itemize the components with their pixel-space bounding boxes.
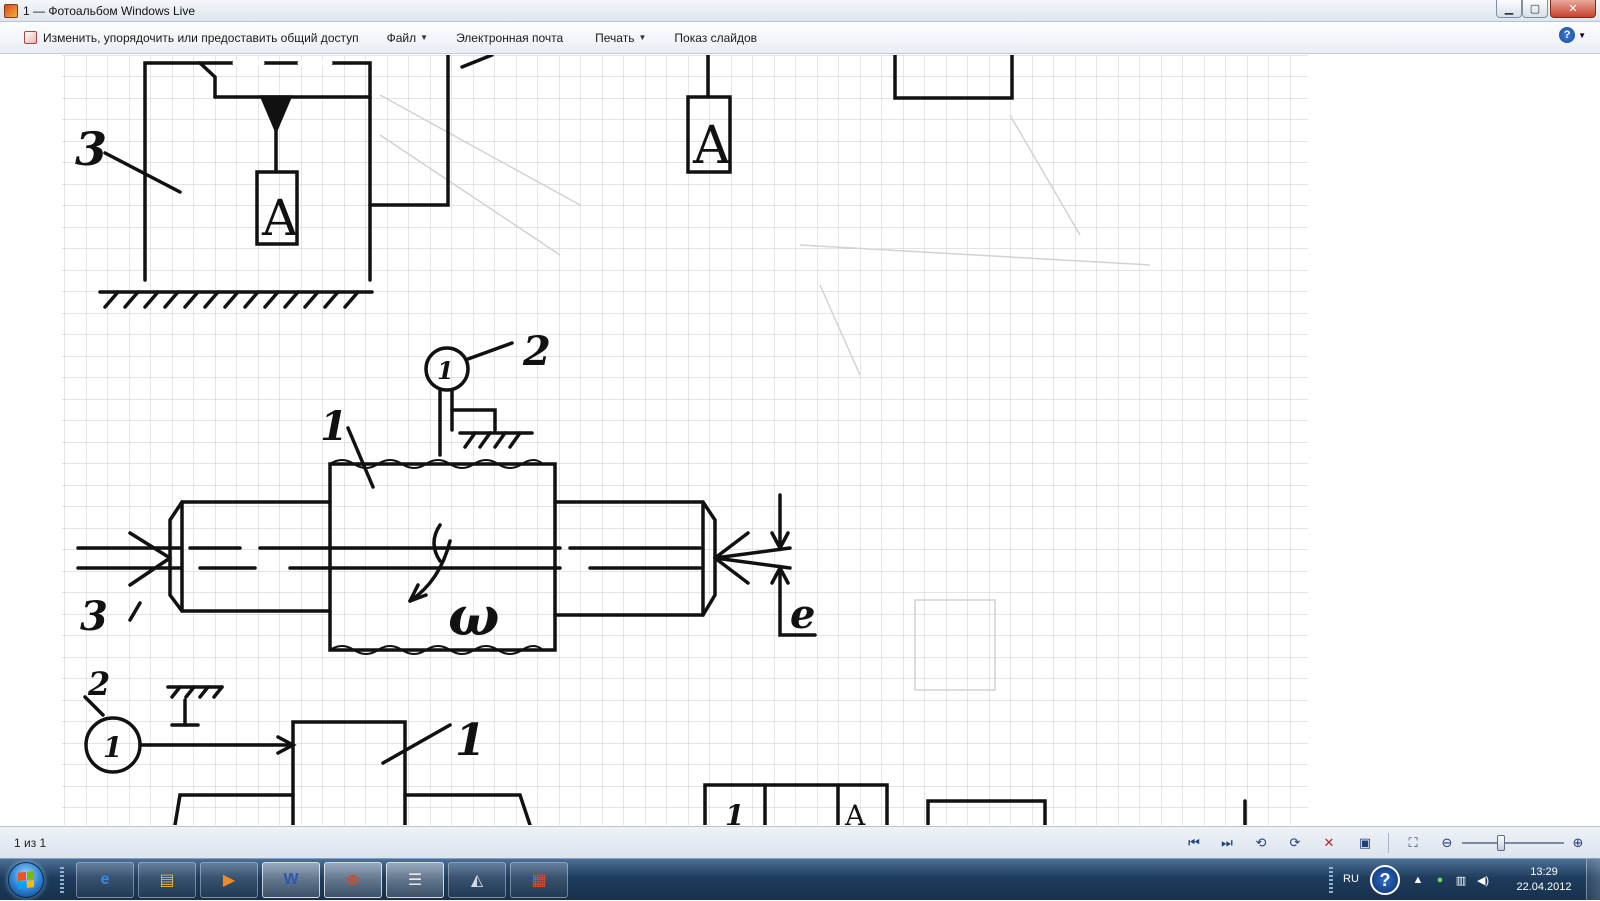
show-desktop-button[interactable] (1586, 859, 1600, 901)
delete-button[interactable]: ✕ (1318, 833, 1340, 853)
photo-gallery-app-icon (4, 3, 18, 18)
cad-icon: ⊕ (346, 872, 360, 889)
rotate-left-icon: ⟲ (1255, 835, 1267, 850)
print-menu-label: Печать (595, 30, 635, 45)
previous-photo-button[interactable]: ⏮ (1183, 833, 1205, 853)
ie-icon: e (100, 871, 110, 888)
network-icon[interactable]: ▥ (1453, 872, 1469, 888)
drawing-label: 1 (455, 715, 486, 766)
fit-window-icon: ⛶ (1408, 835, 1418, 850)
drawing-label: A (261, 189, 299, 247)
organize-share-label: Изменить, упорядочить или предоставить о… (43, 30, 359, 45)
taskbar-grip[interactable] (60, 867, 64, 893)
drawing-label: e (790, 591, 815, 638)
zoom-out-button[interactable]: ⊖ (1436, 833, 1458, 853)
language-indicator[interactable]: RU (1343, 873, 1359, 885)
organize-share-button[interactable]: Изменить, упорядочить или предоставить о… (14, 26, 369, 50)
slideshow-icon: ▣ (1358, 835, 1372, 850)
volume-icon[interactable]: ◀) (1475, 872, 1491, 888)
drawing-label: 1 (320, 403, 348, 450)
taskbar-button[interactable]: ▶ (200, 862, 258, 898)
drawing-label: 1 (437, 356, 454, 385)
zoom-in-button[interactable]: ⊕ (1567, 833, 1589, 853)
help-menu[interactable]: ? ▼ (1559, 27, 1586, 43)
zoom-out-icon: ⊖ (1441, 835, 1453, 850)
tray-grip[interactable] (1329, 867, 1333, 893)
print-menu[interactable]: Печать ▼ (585, 26, 656, 50)
window-title: 1 — Фотоальбом Windows Live (23, 3, 195, 18)
zoom-slider-track[interactable] (1462, 842, 1564, 844)
next-photo-button[interactable]: ⏭ (1216, 833, 1238, 853)
email-label: Электронная почта (456, 30, 564, 45)
skip-forward-icon: ⏭ (1221, 835, 1233, 850)
media-player-icon: ▶ (222, 872, 236, 889)
start-button[interactable] (8, 862, 44, 898)
drawing-label: A (844, 799, 866, 825)
drawing-label: A (692, 116, 732, 176)
slideshow-control-button[interactable]: ▣ (1354, 833, 1376, 853)
page-counter: 1 из 1 (14, 836, 47, 850)
close-button[interactable]: ✕ (1550, 0, 1596, 18)
photo-gallery-icon: ▦ (531, 872, 547, 889)
email-button[interactable]: Электронная почта (446, 26, 573, 50)
taskbar-button[interactable]: ◭ (448, 862, 506, 898)
maximize-button[interactable]: ▢ (1522, 0, 1548, 18)
scanned-drawing: 3 A A 2 1 1 3 ω e 2 1 1 1 A (62, 55, 1308, 825)
minimize-button[interactable]: ▁ (1496, 0, 1522, 18)
taskbar-button[interactable]: ☰ (386, 862, 444, 898)
taskbar-button[interactable]: ⊕ (324, 862, 382, 898)
edit-icon (24, 31, 37, 44)
photo-viewer[interactable]: 3 A A 2 1 1 3 ω e 2 1 1 1 A (0, 55, 1600, 825)
taskbar-button[interactable]: W (262, 862, 320, 898)
drawing-label: 3 (80, 593, 108, 640)
chevron-down-icon: ▼ (638, 33, 647, 42)
windows-logo-icon (18, 871, 34, 889)
clock-time: 13:29 (1530, 866, 1558, 878)
zoom-slider-thumb[interactable] (1496, 835, 1505, 851)
drawing-label: 1 (725, 799, 744, 825)
system-tray: RU ? ▲ ● ▥ ◀) 13:29 22.04.2012 (1325, 859, 1600, 901)
slideshow-button[interactable]: Показ слайдов (664, 26, 767, 50)
fit-to-window-button[interactable]: ⛶ (1402, 833, 1424, 853)
help-tray-icon[interactable]: ? (1370, 865, 1400, 895)
rotate-right-button[interactable]: ⟳ (1284, 833, 1306, 853)
file-menu-label: Файл (386, 30, 417, 45)
archive-icon: ☰ (407, 872, 423, 889)
graph-paper-grid (62, 55, 1308, 825)
slideshow-label: Показ слайдов (674, 30, 758, 45)
drawing-label: 2 (87, 665, 110, 703)
taskbar: e ▤ ▶ W ⊕ ☰ ◭ ▦ RU ? ▲ ● ▥ ◀) 13:29 22.04.2012 (0, 858, 1600, 901)
drawing-label: 2 (522, 328, 551, 375)
drawing-label: 1 (103, 731, 122, 764)
file-menu[interactable]: Файл ▼ (377, 26, 438, 50)
scanner-icon: ◭ (470, 872, 484, 889)
taskbar-button[interactable]: ▦ (510, 862, 568, 898)
rotate-right-icon: ⟳ (1289, 835, 1301, 850)
clock-date: 22.04.2012 (1516, 881, 1572, 893)
clock[interactable]: 13:29 22.04.2012 (1509, 865, 1579, 895)
title-bar: 1 — Фотоальбом Windows Live (0, 0, 1600, 22)
chevron-down-icon: ▼ (1578, 30, 1586, 40)
show-hidden-icons-button[interactable]: ▲ (1410, 872, 1426, 888)
drawing-label: 3 (75, 122, 107, 176)
viewer-control-bar: 1 из 1 ⏮ ⏭ ⟲ ⟳ ✕ ▣ ⛶ ⊖ ⊕ (0, 826, 1600, 858)
skip-back-icon: ⏮ (1188, 835, 1200, 850)
antivirus-icon[interactable]: ● (1432, 872, 1448, 888)
drawing-label: ω (448, 584, 499, 648)
explorer-icon: ▤ (159, 872, 175, 889)
delete-icon: ✕ (1323, 835, 1335, 850)
divider (1388, 833, 1389, 853)
command-bar: Изменить, упорядочить или предоставить о… (0, 22, 1600, 54)
zoom-in-icon: ⊕ (1572, 835, 1584, 850)
chevron-down-icon: ▼ (420, 33, 429, 42)
taskbar-button[interactable]: ▤ (138, 862, 196, 898)
taskbar-button[interactable]: e (76, 862, 134, 898)
help-icon: ? (1559, 27, 1576, 43)
word-icon: W (283, 871, 299, 888)
rotate-left-button[interactable]: ⟲ (1250, 833, 1272, 853)
